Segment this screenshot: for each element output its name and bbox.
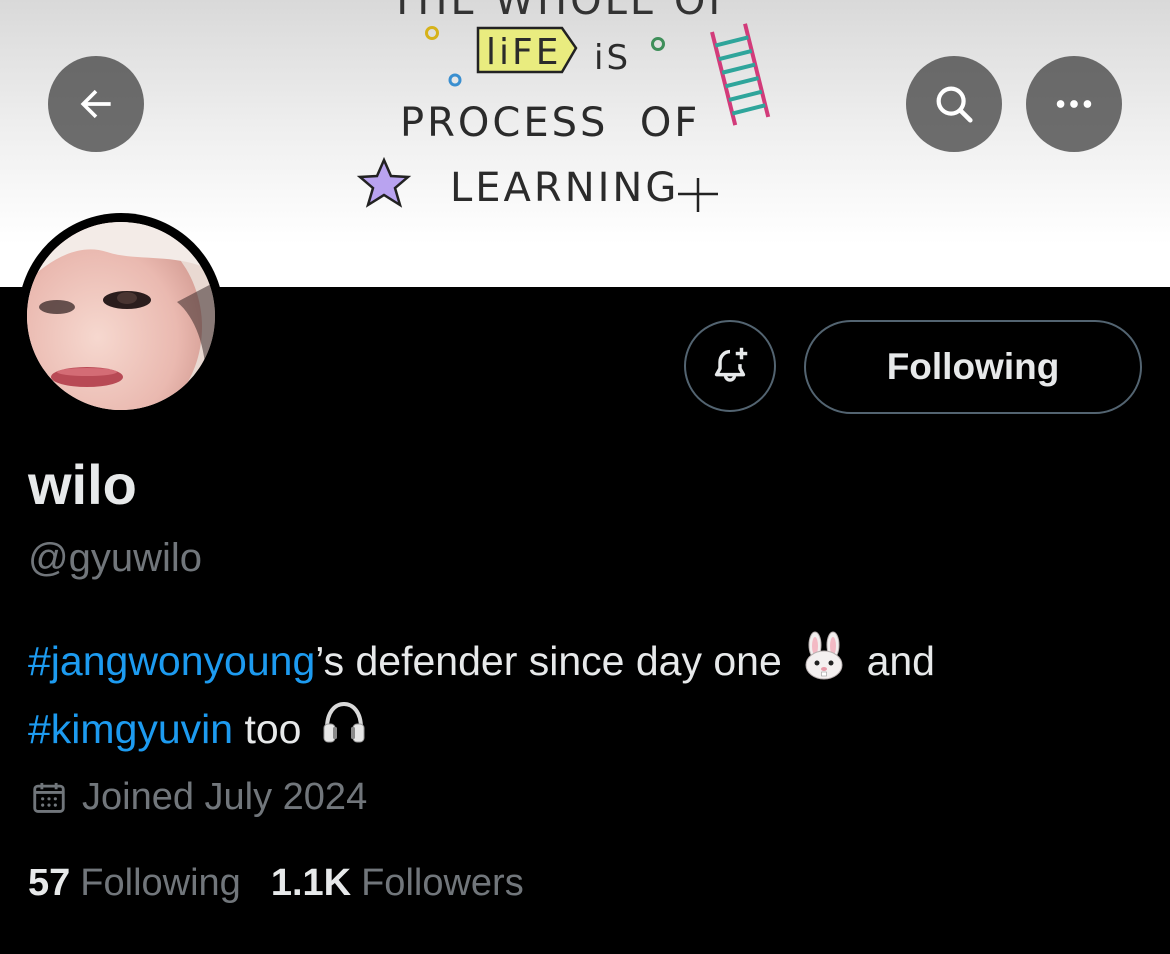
banner-life-word: liFE: [486, 32, 562, 73]
arrow-left-icon: [80, 89, 111, 119]
headphones-icon: [319, 698, 369, 765]
hashtag-link-jangwonyoung[interactable]: #jangwonyoung: [28, 638, 315, 684]
display-name: wilo: [28, 453, 137, 516]
ellipsis-icon: [1056, 100, 1092, 108]
follow-stats: 57 Following 1.1K Followers: [28, 862, 524, 905]
bell-plus-icon: [714, 347, 748, 382]
bio-text-2: and: [855, 638, 935, 684]
followers-count: 1.1K: [270, 862, 352, 904]
hashtag-link-kimgyuvin[interactable]: #kimgyuvin: [28, 706, 233, 752]
avatar-photo: [27, 222, 215, 410]
rabbit-face-icon: [799, 631, 849, 698]
search-icon: [936, 86, 973, 123]
followers-stat-link[interactable]: 1.1K Followers: [271, 862, 524, 905]
banner-artwork: THE WHOLE OF liFE iS PROCESS OF LEARNING: [340, 0, 810, 240]
avatar[interactable]: [18, 213, 224, 419]
bio-text-1: ’s defender since day one: [315, 638, 782, 684]
followers-label: Followers: [361, 862, 524, 904]
back-button[interactable]: [48, 56, 144, 152]
following-count: 57: [28, 862, 71, 904]
joined-date: Joined July 2024: [30, 776, 367, 819]
following-stat-link[interactable]: 57 Following: [28, 862, 241, 905]
banner-is-word: iS: [594, 38, 632, 78]
bio: #jangwonyoung’s defender since day one a…: [28, 630, 1128, 765]
following-label: Following: [80, 862, 241, 904]
following-button[interactable]: Following: [804, 320, 1142, 414]
calendar-icon: [33, 782, 65, 813]
banner-line-3: PROCESS OF: [400, 100, 701, 146]
search-button[interactable]: [906, 56, 1002, 152]
notifications-button[interactable]: [684, 320, 776, 412]
more-button[interactable]: [1026, 56, 1122, 152]
joined-text: Joined July 2024: [82, 776, 368, 818]
handle: @gyuwilo: [28, 536, 203, 580]
banner-line-4: LEARNING: [450, 165, 680, 211]
bio-text-3: too: [233, 705, 302, 752]
